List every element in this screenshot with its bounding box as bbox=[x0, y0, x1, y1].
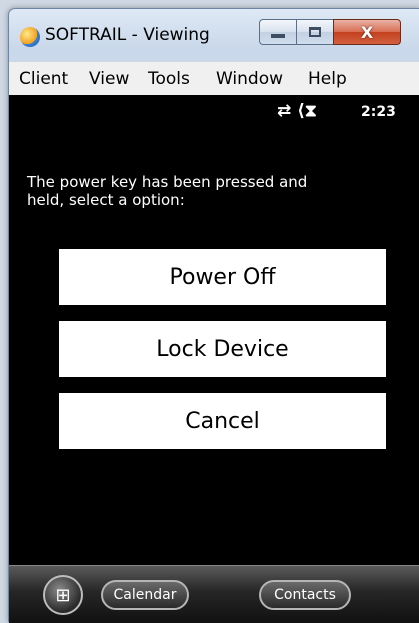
menu-window[interactable]: Window bbox=[216, 69, 283, 89]
power-off-button[interactable]: Power Off bbox=[59, 249, 386, 305]
taskbar: ⊞ Calendar Contacts bbox=[9, 565, 419, 623]
title-bar: SOFTRAIL - Viewing X bbox=[9, 9, 419, 61]
device-screen: ⇄ ⟨⧗ 2:23 The power key has been pressed… bbox=[9, 95, 419, 565]
app-icon bbox=[20, 27, 40, 47]
status-time: 2:23 bbox=[361, 104, 396, 120]
menu-help[interactable]: Help bbox=[308, 69, 347, 89]
windows-logo-icon: ⊞ bbox=[55, 584, 71, 606]
maximize-button[interactable] bbox=[296, 19, 334, 45]
menu-bar: Client View Tools Window Help bbox=[9, 61, 419, 96]
maximize-icon bbox=[309, 27, 321, 37]
close-icon: X bbox=[360, 22, 374, 42]
start-button[interactable]: ⊞ bbox=[43, 575, 83, 615]
menu-tools[interactable]: Tools bbox=[148, 69, 190, 89]
connectivity-volume-battery-icons: ⇄ ⟨⧗ bbox=[277, 101, 317, 121]
cancel-button[interactable]: Cancel bbox=[59, 393, 386, 449]
power-dialog-message: The power key has been pressed and held,… bbox=[27, 173, 308, 209]
app-window: SOFTRAIL - Viewing X Client View Tools W… bbox=[8, 8, 419, 623]
minimize-button[interactable] bbox=[259, 19, 297, 45]
minimize-icon bbox=[271, 34, 285, 38]
menu-view[interactable]: View bbox=[89, 69, 129, 89]
status-bar: ⇄ ⟨⧗ 2:23 bbox=[9, 95, 419, 131]
lock-device-button[interactable]: Lock Device bbox=[59, 321, 386, 377]
menu-client[interactable]: Client bbox=[19, 69, 68, 89]
close-button[interactable]: X bbox=[333, 19, 401, 45]
window-title: SOFTRAIL - Viewing bbox=[45, 25, 210, 45]
contacts-softkey[interactable]: Contacts bbox=[259, 580, 351, 610]
calendar-softkey[interactable]: Calendar bbox=[101, 580, 189, 610]
